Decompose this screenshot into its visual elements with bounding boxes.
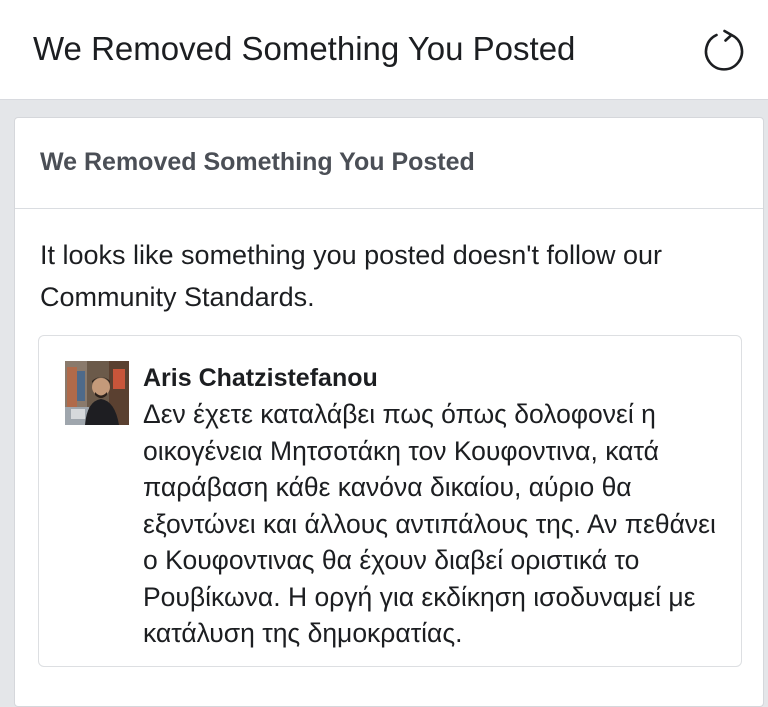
removal-notice-card: We Removed Something You Posted It looks… <box>14 117 764 707</box>
top-bar: We Removed Something You Posted <box>0 0 768 100</box>
refresh-icon <box>704 29 744 71</box>
card-title: We Removed Something You Posted <box>40 148 475 176</box>
removed-post[interactable]: Aris Chatzistefanou Δεν έχετε καταλάβει … <box>38 335 742 667</box>
user-photo <box>65 361 129 425</box>
avatar[interactable] <box>65 361 129 425</box>
post-text: Δεν έχετε καταλάβει πως όπως δολοφονεί η… <box>143 399 716 648</box>
notice-message: It looks like something you posted doesn… <box>40 240 663 312</box>
page-title: We Removed Something You Posted <box>33 30 576 67</box>
card-header: We Removed Something You Posted <box>15 118 763 209</box>
post-author-name[interactable]: Aris Chatzistefanou <box>143 364 378 393</box>
refresh-button[interactable] <box>700 27 748 75</box>
